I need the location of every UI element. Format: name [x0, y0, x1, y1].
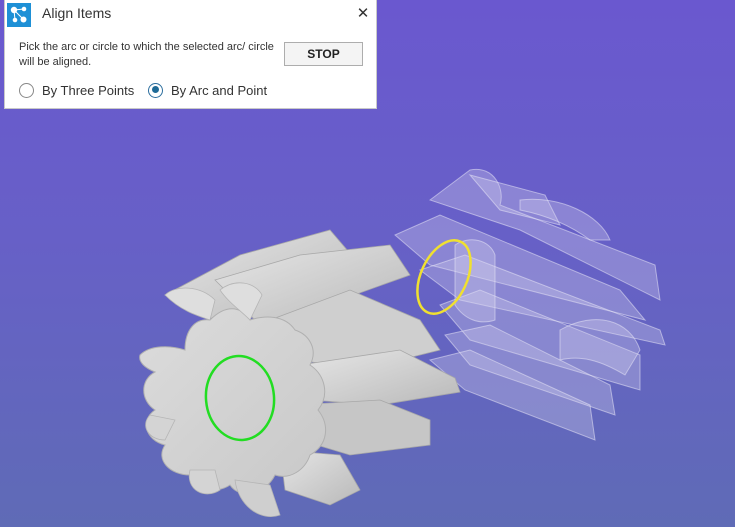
by-three-points-radio[interactable]	[19, 82, 34, 98]
by-three-points-option[interactable]: By Three Points	[19, 80, 134, 100]
stop-button[interactable]: STOP	[284, 42, 363, 66]
align-items-app-icon	[7, 3, 31, 27]
transparent-gear[interactable]	[394, 168, 666, 441]
close-icon[interactable]: ✕	[354, 3, 372, 23]
by-arc-and-point-label: By Arc and Point	[171, 82, 268, 98]
by-three-points-label: By Three Points	[42, 82, 135, 98]
by-arc-and-point-option[interactable]: By Arc and Point	[148, 80, 267, 100]
by-arc-and-point-radio[interactable]	[148, 82, 163, 98]
dialog-title: Align Items	[42, 5, 112, 21]
instruction-text: Pick the arc or circle to which the sele…	[19, 41, 274, 68]
align-items-dialog: Align Items ✕ Pick the arc or circle to …	[4, 0, 377, 109]
solid-gear[interactable]	[139, 229, 461, 517]
